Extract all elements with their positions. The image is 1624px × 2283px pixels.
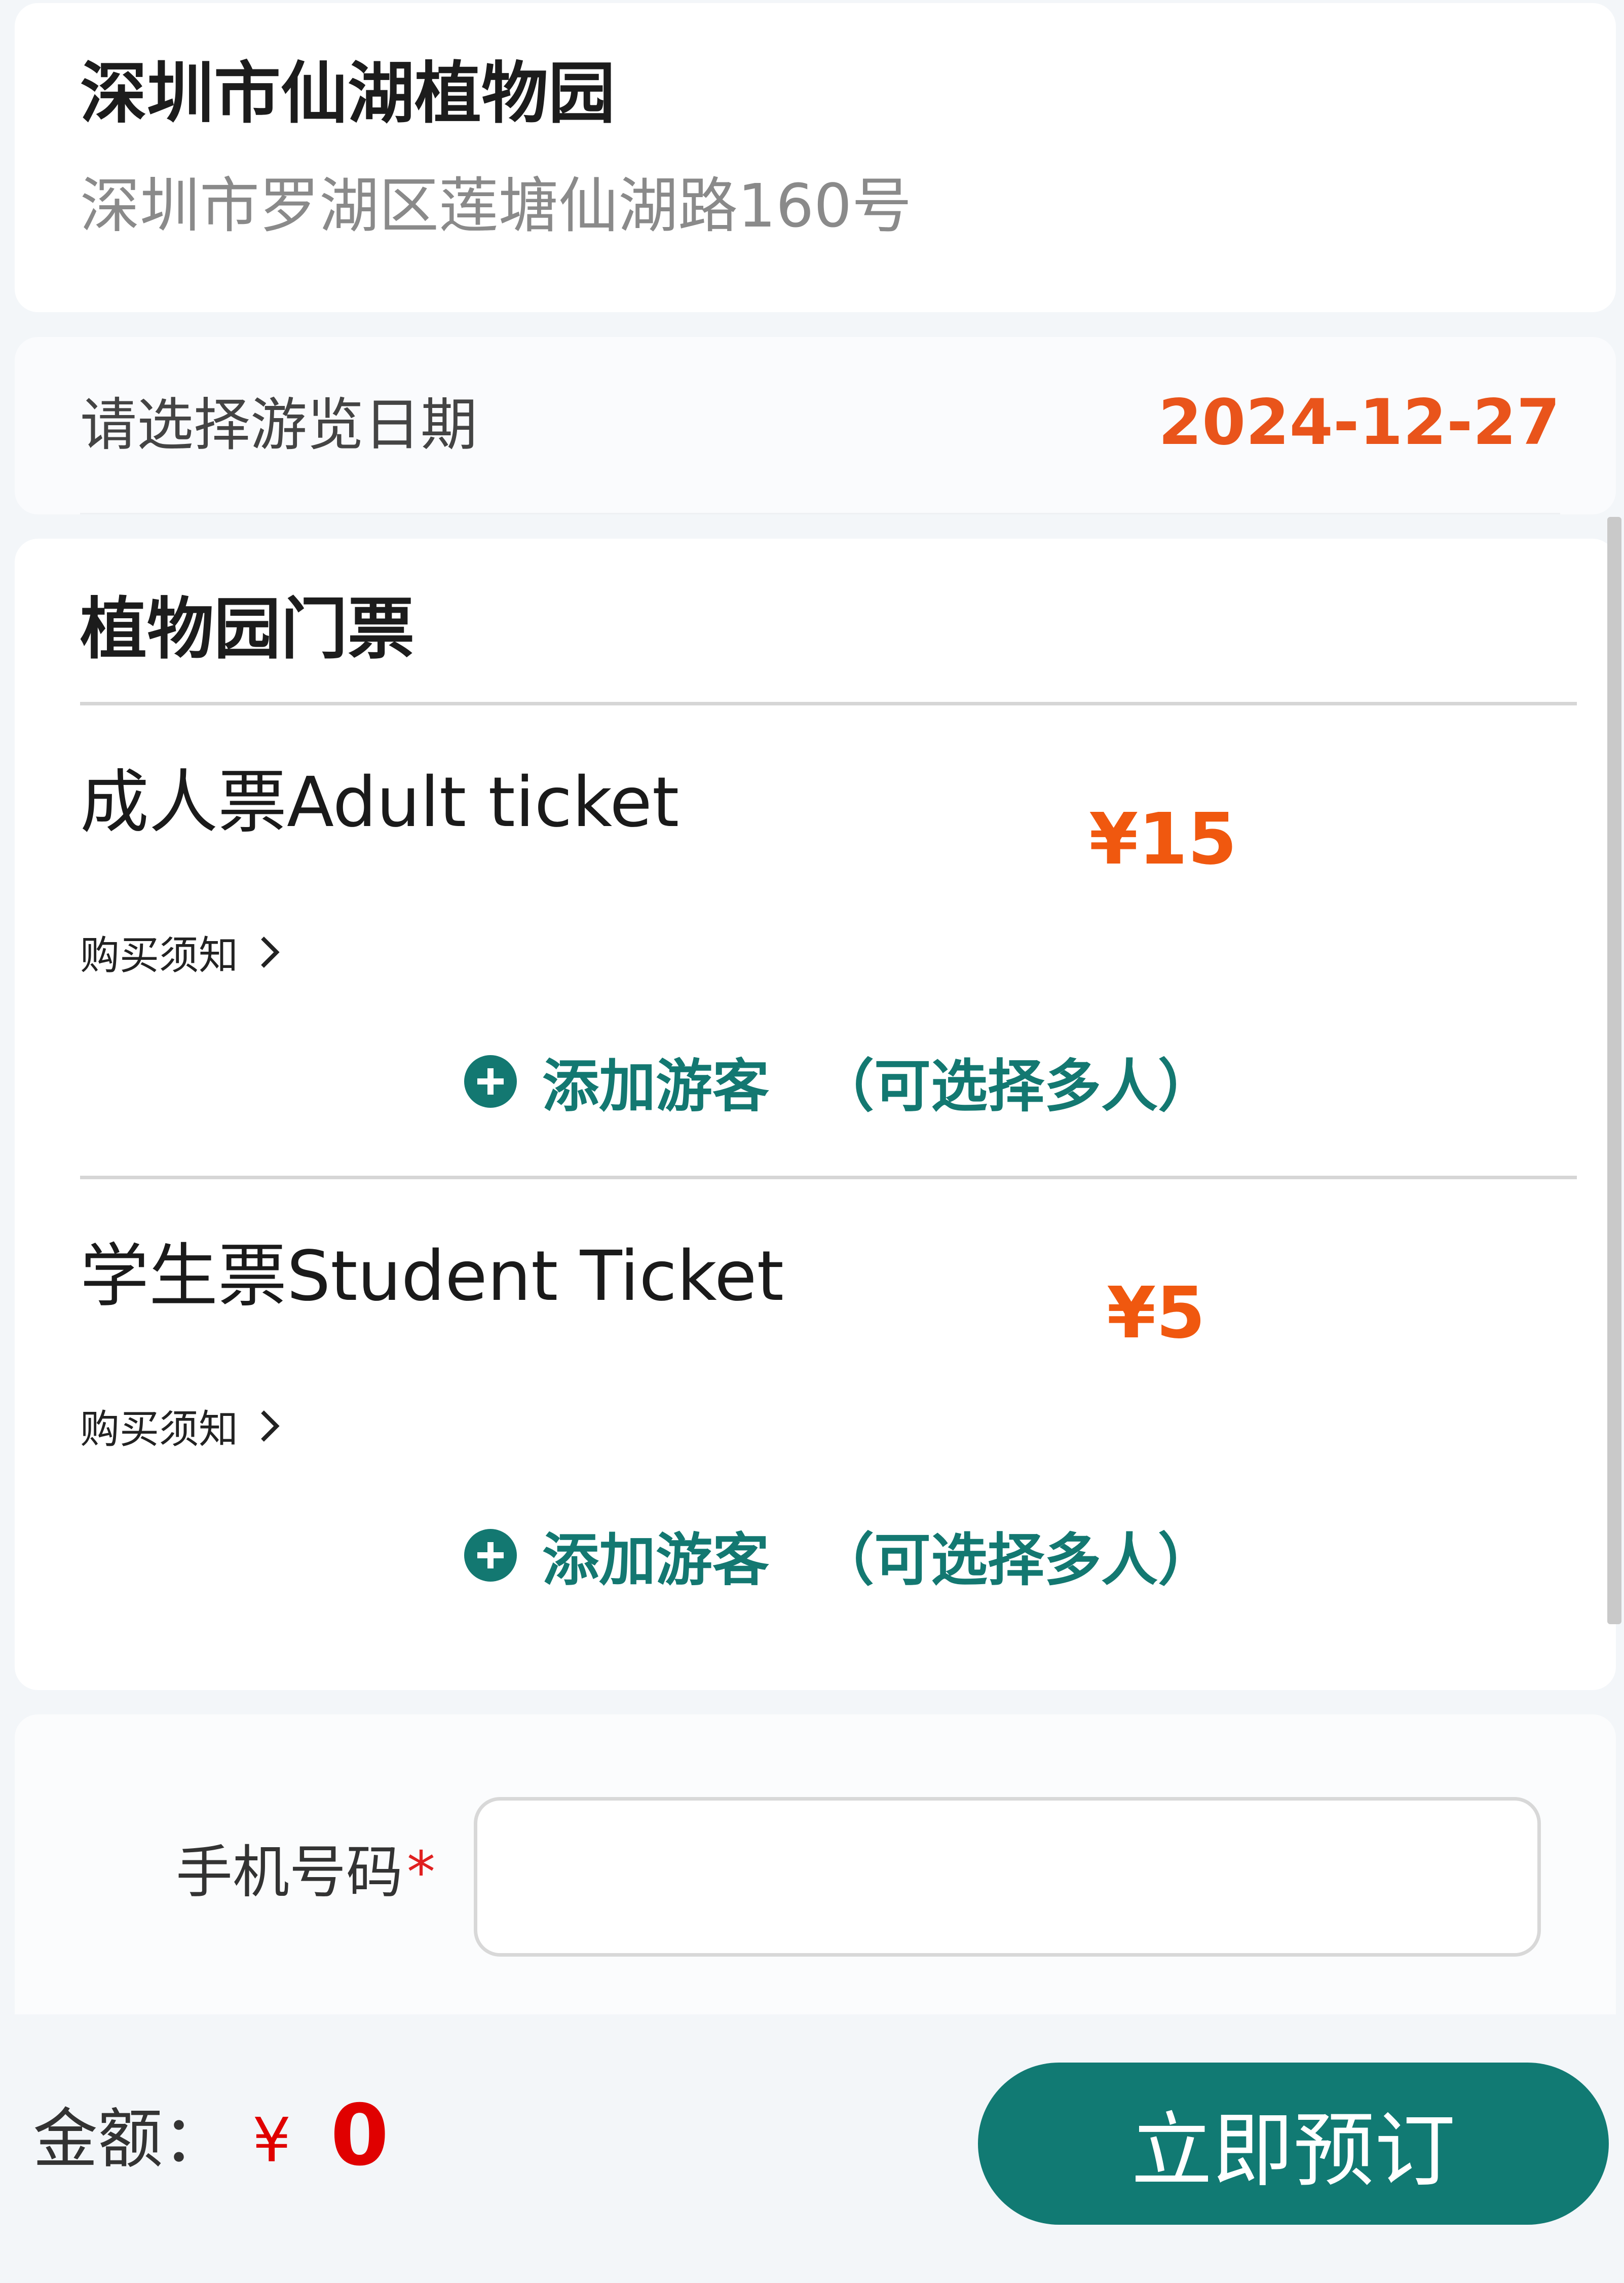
- date-divider: [80, 513, 1560, 514]
- ticket-price-student: ¥5: [1107, 1272, 1205, 1355]
- venue-card: 深圳市仙湖植物园 深圳市罗湖区莲塘仙湖路160号: [15, 3, 1616, 312]
- amount-label: 金额：: [33, 2102, 228, 2177]
- visit-date-label: 请选择游览日期: [80, 392, 477, 458]
- book-now-button[interactable]: 立即预订: [978, 2063, 1609, 2225]
- scrollbar[interactable]: [1607, 517, 1621, 1624]
- visit-date-selector[interactable]: 请选择游览日期 2024-12-27: [15, 337, 1616, 514]
- add-visitor-button-adult[interactable]: 添加游客 （可选择多人）: [464, 1040, 1215, 1122]
- purchase-notice-label: 购买须知: [80, 933, 239, 979]
- ticket-name-adult: 成人票Adult ticket: [80, 763, 679, 843]
- amount-currency: ¥: [252, 2106, 291, 2176]
- tickets-section-title: 植物园门票: [80, 590, 414, 668]
- visit-date-value[interactable]: 2024-12-27: [1158, 385, 1560, 461]
- add-visitor-note: （可选择多人）: [817, 1054, 1215, 1119]
- amount-value: 0: [330, 2087, 389, 2185]
- purchase-notice-link-student[interactable]: 购买须知: [80, 1398, 281, 1454]
- chevron-right-icon: [261, 1410, 280, 1442]
- ticket-price-adult: ¥15: [1089, 798, 1237, 881]
- plus-circle-icon: [464, 1055, 517, 1108]
- chevron-right-icon: [261, 937, 280, 968]
- plus-circle-icon: [464, 1529, 517, 1582]
- venue-address: 深圳市罗湖区莲塘仙湖路160号: [80, 171, 912, 241]
- add-visitor-label: 添加游客: [542, 1527, 769, 1593]
- tickets-card: 植物园门票 成人票Adult ticket ¥15 购买须知 添加游客 （可选择…: [15, 539, 1616, 1690]
- section-divider: [80, 702, 1577, 705]
- phone-input[interactable]: [474, 1797, 1541, 1957]
- ticket-name-student: 学生票Student Ticket: [80, 1237, 784, 1317]
- add-visitor-label: 添加游客: [542, 1054, 769, 1119]
- ticket-divider: [80, 1176, 1577, 1179]
- add-visitor-note: （可选择多人）: [817, 1527, 1215, 1593]
- phone-label: 手机号码*: [176, 1839, 435, 1906]
- purchase-notice-label: 购买须知: [80, 1407, 239, 1452]
- venue-name: 深圳市仙湖植物园: [80, 55, 615, 133]
- required-mark: *: [407, 1840, 435, 1905]
- bottom-bar: 金额： ¥ 0 立即预订: [0, 2014, 1624, 2283]
- add-visitor-button-student[interactable]: 添加游客 （可选择多人）: [464, 1514, 1215, 1596]
- purchase-notice-link-adult[interactable]: 购买须知: [80, 924, 281, 981]
- phone-label-text: 手机号码: [176, 1840, 403, 1905]
